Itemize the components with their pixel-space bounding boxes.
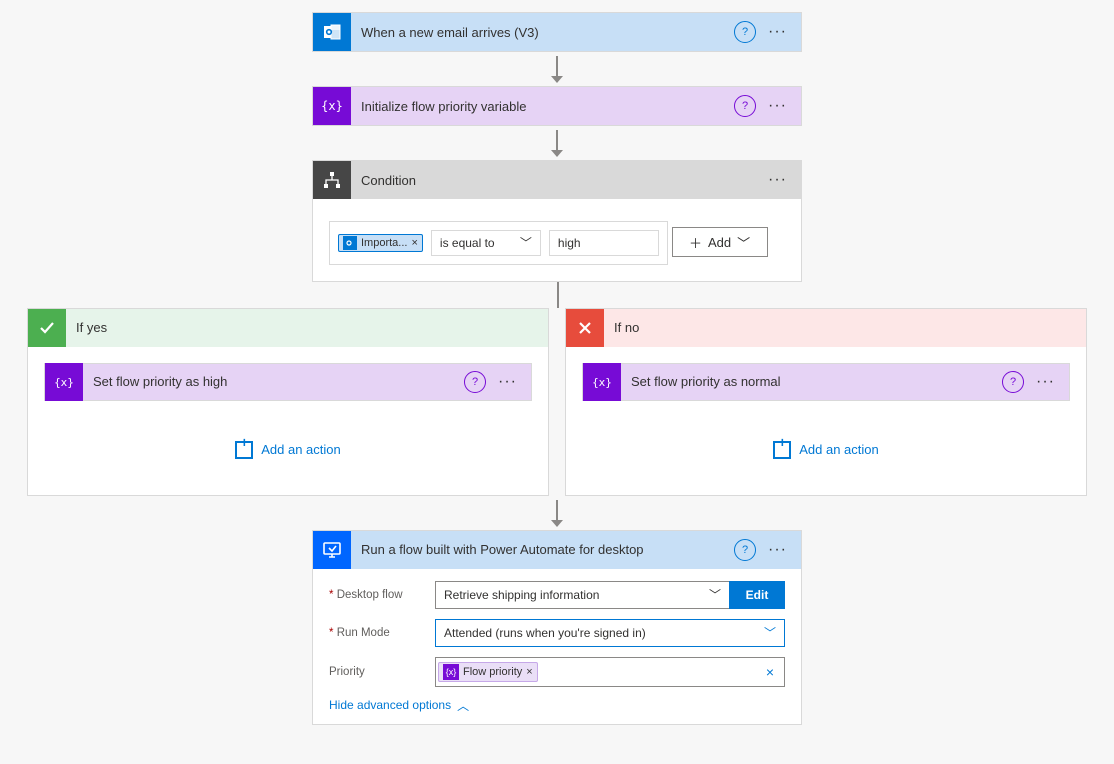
plus-icon: ＋ (689, 233, 702, 252)
add-action-icon (773, 441, 791, 459)
arrow-icon (556, 56, 558, 82)
add-label: Add (708, 235, 731, 250)
variable-icon: {x} (313, 87, 351, 125)
more-icon[interactable]: ··· (762, 541, 793, 559)
add-action-label: Add an action (261, 442, 341, 457)
condition-branches: If yes {x} Set flow priority as high ? ·… (27, 308, 1087, 496)
trigger-title: When a new email arrives (V3) (351, 25, 734, 40)
token-label: Importa... (361, 237, 407, 249)
desktop-flow-icon (313, 531, 351, 569)
more-icon[interactable]: ··· (762, 97, 793, 115)
init-variable-header[interactable]: {x} Initialize flow priority variable ? … (313, 87, 801, 125)
advanced-options-toggle[interactable]: Hide advanced options ︿ (329, 697, 785, 714)
help-icon[interactable]: ? (734, 95, 756, 117)
branch-yes: If yes {x} Set flow priority as high ? ·… (27, 308, 549, 496)
run-desktop-flow-header[interactable]: Run a flow built with Power Automate for… (313, 531, 801, 569)
add-action-icon (235, 441, 253, 459)
run-desktop-flow-card: Run a flow built with Power Automate for… (312, 530, 802, 725)
branch-yes-header: If yes (28, 309, 548, 347)
outlook-icon (313, 13, 351, 51)
more-icon[interactable]: ··· (492, 373, 523, 391)
desktop-flow-label: Desktop flow (337, 589, 403, 601)
help-icon[interactable]: ? (1002, 371, 1024, 393)
chevron-down-icon: ﹀ (764, 624, 776, 641)
run-mode-select[interactable]: Attended (runs when you're signed in) ﹀ (435, 619, 785, 647)
add-action-label: Add an action (799, 442, 879, 457)
arrow-icon (556, 130, 558, 156)
desktop-flow-value: Retrieve shipping information (444, 588, 599, 602)
condition-body: Importa... × is equal to ﹀ high ＋ Add ﹀ (313, 199, 801, 281)
branch-no-header: If no (566, 309, 1086, 347)
priority-label: Priority (329, 666, 365, 678)
set-priority-normal-card[interactable]: {x} Set flow priority as normal ? ··· (582, 363, 1070, 401)
run-desktop-flow-title: Run a flow built with Power Automate for… (351, 542, 734, 557)
condition-icon (313, 161, 351, 199)
init-variable-card[interactable]: {x} Initialize flow priority variable ? … (312, 86, 802, 126)
priority-token-label: Flow priority (463, 666, 522, 678)
operator-value: is equal to (440, 236, 495, 250)
add-action-no[interactable]: Add an action (582, 401, 1070, 479)
add-action-yes[interactable]: Add an action (44, 401, 532, 479)
priority-row: Priority {x} Flow priority × × (329, 657, 785, 687)
advanced-options-label: Hide advanced options (329, 698, 451, 712)
priority-token[interactable]: {x} Flow priority × (438, 662, 538, 682)
outlook-icon (343, 236, 357, 250)
condition-card: Condition ··· Importa... × is equal to ﹀… (312, 160, 802, 282)
trigger-card[interactable]: When a new email arrives (V3) ? ··· (312, 12, 802, 52)
chevron-up-icon: ︿ (457, 697, 469, 714)
set-priority-high-title: Set flow priority as high (83, 374, 464, 389)
chevron-down-icon: ﹀ (709, 586, 721, 603)
chevron-down-icon: ﹀ (520, 234, 532, 251)
arrow-icon (556, 500, 558, 526)
init-variable-title: Initialize flow priority variable (351, 99, 734, 114)
desktop-flow-row: * Desktop flow Retrieve shipping informa… (329, 581, 785, 609)
help-icon[interactable]: ? (734, 21, 756, 43)
svg-text:{x}: {x} (593, 376, 611, 389)
token-remove-icon[interactable]: × (526, 666, 532, 678)
add-condition-button[interactable]: ＋ Add ﹀ (672, 227, 768, 257)
edit-button[interactable]: Edit (729, 581, 785, 609)
condition-expression-row: Importa... × is equal to ﹀ high (329, 221, 668, 265)
more-icon[interactable]: ··· (762, 171, 793, 189)
chevron-down-icon: ﹀ (737, 233, 750, 252)
run-mode-label: Run Mode (337, 627, 390, 639)
priority-input[interactable]: {x} Flow priority × × (435, 657, 785, 687)
condition-operator-select[interactable]: is equal to ﹀ (431, 230, 541, 256)
help-icon[interactable]: ? (464, 371, 486, 393)
variable-icon: {x} (583, 363, 621, 401)
trigger-header[interactable]: When a new email arrives (V3) ? ··· (313, 13, 801, 51)
svg-text:{x}: {x} (322, 99, 342, 113)
branch-no: If no {x} Set flow priority as normal ? … (565, 308, 1087, 496)
more-icon[interactable]: ··· (762, 23, 793, 41)
condition-header[interactable]: Condition ··· (313, 161, 801, 199)
run-mode-value: Attended (runs when you're signed in) (444, 626, 646, 640)
token-remove-icon[interactable]: × (411, 237, 417, 249)
check-icon (28, 309, 66, 347)
condition-value-input[interactable]: high (549, 230, 659, 256)
more-icon[interactable]: ··· (1030, 373, 1061, 391)
svg-text:{x}: {x} (55, 376, 73, 389)
set-priority-normal-title: Set flow priority as normal (621, 374, 1002, 389)
clear-icon[interactable]: × (758, 664, 782, 680)
condition-value-text: high (558, 236, 581, 250)
help-icon[interactable]: ? (734, 539, 756, 561)
run-mode-row: * Run Mode Attended (runs when you're si… (329, 619, 785, 647)
variable-icon: {x} (45, 363, 83, 401)
desktop-flow-select[interactable]: Retrieve shipping information ﹀ (435, 581, 729, 609)
variable-icon: {x} (443, 664, 459, 680)
branch-yes-label: If yes (76, 320, 107, 335)
condition-left-token[interactable]: Importa... × (338, 234, 423, 252)
close-icon (566, 309, 604, 347)
set-priority-high-card[interactable]: {x} Set flow priority as high ? ··· (44, 363, 532, 401)
condition-title: Condition (351, 173, 762, 188)
branch-no-label: If no (614, 320, 639, 335)
